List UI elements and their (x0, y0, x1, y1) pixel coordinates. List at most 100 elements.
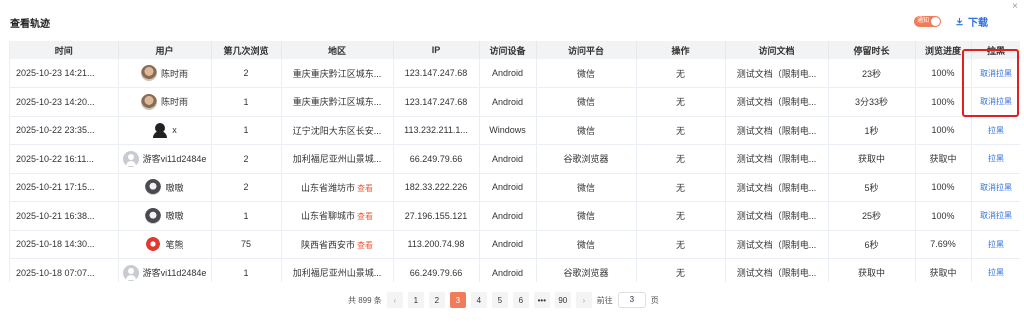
user-name: x (172, 125, 177, 136)
cell-visit: 75 (211, 230, 282, 259)
user-name: 笔熊 (165, 239, 184, 250)
blacklist-action-link[interactable]: 拉黑 (988, 154, 1004, 163)
cell-operation: 无 (636, 230, 726, 259)
cell-ip: 66.249.79.66 (393, 258, 480, 282)
cell-action: 拉黑 (971, 230, 1020, 259)
page-button[interactable]: 4 (470, 292, 487, 308)
cell-action: 拉黑 (971, 258, 1020, 282)
cell-ip: 27.196.155.121 (393, 201, 480, 231)
cell-platform: 谷歌浏览器 (536, 144, 637, 174)
cell-time: 2025-10-18 07:07... (10, 258, 119, 282)
cell-device: Android (479, 258, 537, 282)
avatar (145, 207, 162, 224)
cell-device: Android (479, 201, 537, 231)
cell-duration: 6秒 (828, 230, 916, 259)
col-header: 停留时长 (828, 41, 916, 59)
col-header: 地区 (281, 41, 394, 59)
page-button[interactable]: 3 (449, 292, 466, 308)
cell-ip: 123.147.247.68 (393, 87, 480, 117)
col-header: 访问平台 (536, 41, 637, 59)
user-name: 嗷嗷 (165, 182, 184, 193)
blacklist-action-link[interactable]: 取消拉黑 (980, 183, 1012, 192)
page-list: 1 2 3 4 5 6 ••• 90 (407, 292, 571, 308)
region-text: 加利福尼亚州山景城... (292, 268, 382, 279)
goto-page-input[interactable]: 3 (617, 292, 646, 308)
blacklist-action-link[interactable]: 取消拉黑 (980, 211, 1012, 220)
cell-document: 测试文档（限制电... (725, 258, 829, 282)
notify-toggle[interactable]: 通知 (914, 16, 941, 27)
user-name: 陈时雨 (160, 68, 188, 79)
col-header: 操作 (636, 41, 726, 59)
page-button[interactable]: 6 (512, 292, 529, 308)
close-icon[interactable]: × (1010, 2, 1020, 12)
blacklist-action-link[interactable]: 拉黑 (988, 268, 1004, 277)
avatar (152, 122, 169, 139)
cell-user: 游客vi11d2484e (118, 258, 212, 282)
cell-visit: 2 (211, 173, 282, 202)
blacklist-action-link[interactable]: 拉黑 (988, 126, 1004, 135)
cell-region: 加利福尼亚州山景城... (281, 144, 394, 174)
cell-progress: 获取中 (915, 144, 972, 174)
prev-page-button[interactable]: ‹ (386, 292, 403, 308)
cell-document: 测试文档（限制电... (725, 59, 829, 88)
region-view-link[interactable]: 查看 (357, 241, 373, 250)
cell-operation: 无 (636, 144, 726, 174)
region-text: 山东省潍坊市 (300, 182, 355, 193)
cell-device: Android (479, 87, 537, 117)
cell-time: 2025-10-23 14:20... (10, 87, 119, 117)
page-ellipsis-button[interactable]: ••• (533, 292, 550, 308)
cell-duration: 5秒 (828, 173, 916, 202)
cell-document: 测试文档（限制电... (725, 230, 829, 259)
cell-duration: 23秒 (828, 59, 916, 88)
col-header: 用户 (118, 41, 212, 59)
page-button[interactable]: 5 (491, 292, 508, 308)
table-row: 2025-10-21 16:38... 嗷嗷 1 山东省聊城市 查看 27.196.155… (10, 201, 1020, 231)
table-row: 2025-10-23 14:20... 陈时雨 1 重庆重庆黔江区城东... 123.1… (10, 87, 1020, 117)
cell-time: 2025-10-21 16:38... (10, 201, 119, 231)
cell-ip: 113.232.211.1... (393, 116, 480, 145)
cell-platform: 微信 (536, 201, 637, 231)
table-row: 2025-10-21 17:15... 嗷嗷 2 山东省潍坊市 查看 182.33.222… (10, 173, 1020, 202)
region-view-link[interactable]: 查看 (357, 184, 373, 193)
col-header: 访问文档 (725, 41, 829, 59)
avatar (140, 93, 157, 110)
cell-document: 测试文档（限制电... (725, 116, 829, 145)
cell-duration: 1秒 (828, 116, 916, 145)
cell-platform: 微信 (536, 173, 637, 202)
avatar (122, 264, 139, 281)
col-header: 访问设备 (479, 41, 537, 59)
user-name: 嗷嗷 (165, 211, 184, 222)
cell-region: 辽宁沈阳大东区长安... (281, 116, 394, 145)
cell-visit: 1 (211, 116, 282, 145)
cell-device: Android (479, 173, 537, 202)
cell-visit: 1 (211, 258, 282, 282)
table-row: 2025-10-18 07:07... 游客vi11d2484e 1 加利福尼亚州山景… (10, 258, 1020, 282)
region-text: 重庆重庆黔江区城东... (292, 97, 382, 108)
page-unit: 页 (650, 295, 659, 305)
cell-time: 2025-10-23 14:21... (10, 59, 119, 88)
cell-progress: 100% (915, 201, 972, 231)
cell-device: Android (479, 59, 537, 88)
cell-visit: 1 (211, 87, 282, 117)
cell-time: 2025-10-18 14:30... (10, 230, 119, 259)
dialog-title: 查看轨迹 (10, 19, 50, 30)
user-name: 陈时雨 (160, 97, 188, 108)
cell-region: 加利福尼亚州山景城... (281, 258, 394, 282)
page-button[interactable]: 1 (407, 292, 424, 308)
region-text: 山东省聊城市 (300, 211, 355, 222)
region-view-link[interactable]: 查看 (357, 212, 373, 221)
next-page-button[interactable]: › (575, 292, 592, 308)
cell-duration: 获取中 (828, 144, 916, 174)
page-button[interactable]: 90 (554, 292, 571, 308)
cell-document: 测试文档（限制电... (725, 201, 829, 231)
page-button[interactable]: 2 (428, 292, 445, 308)
cell-ip: 113.200.74.98 (393, 230, 480, 259)
cell-device: Android (479, 144, 537, 174)
cell-user: 笔熊 (118, 230, 212, 259)
download-button[interactable]: 下载 (955, 14, 988, 29)
cell-user: 嗷嗷 (118, 201, 212, 231)
toggle-label: 通知 (917, 18, 930, 24)
toolbar: 通知 下载 (914, 14, 988, 29)
blacklist-action-link[interactable]: 拉黑 (988, 240, 1004, 249)
cell-ip: 123.147.247.68 (393, 59, 480, 88)
